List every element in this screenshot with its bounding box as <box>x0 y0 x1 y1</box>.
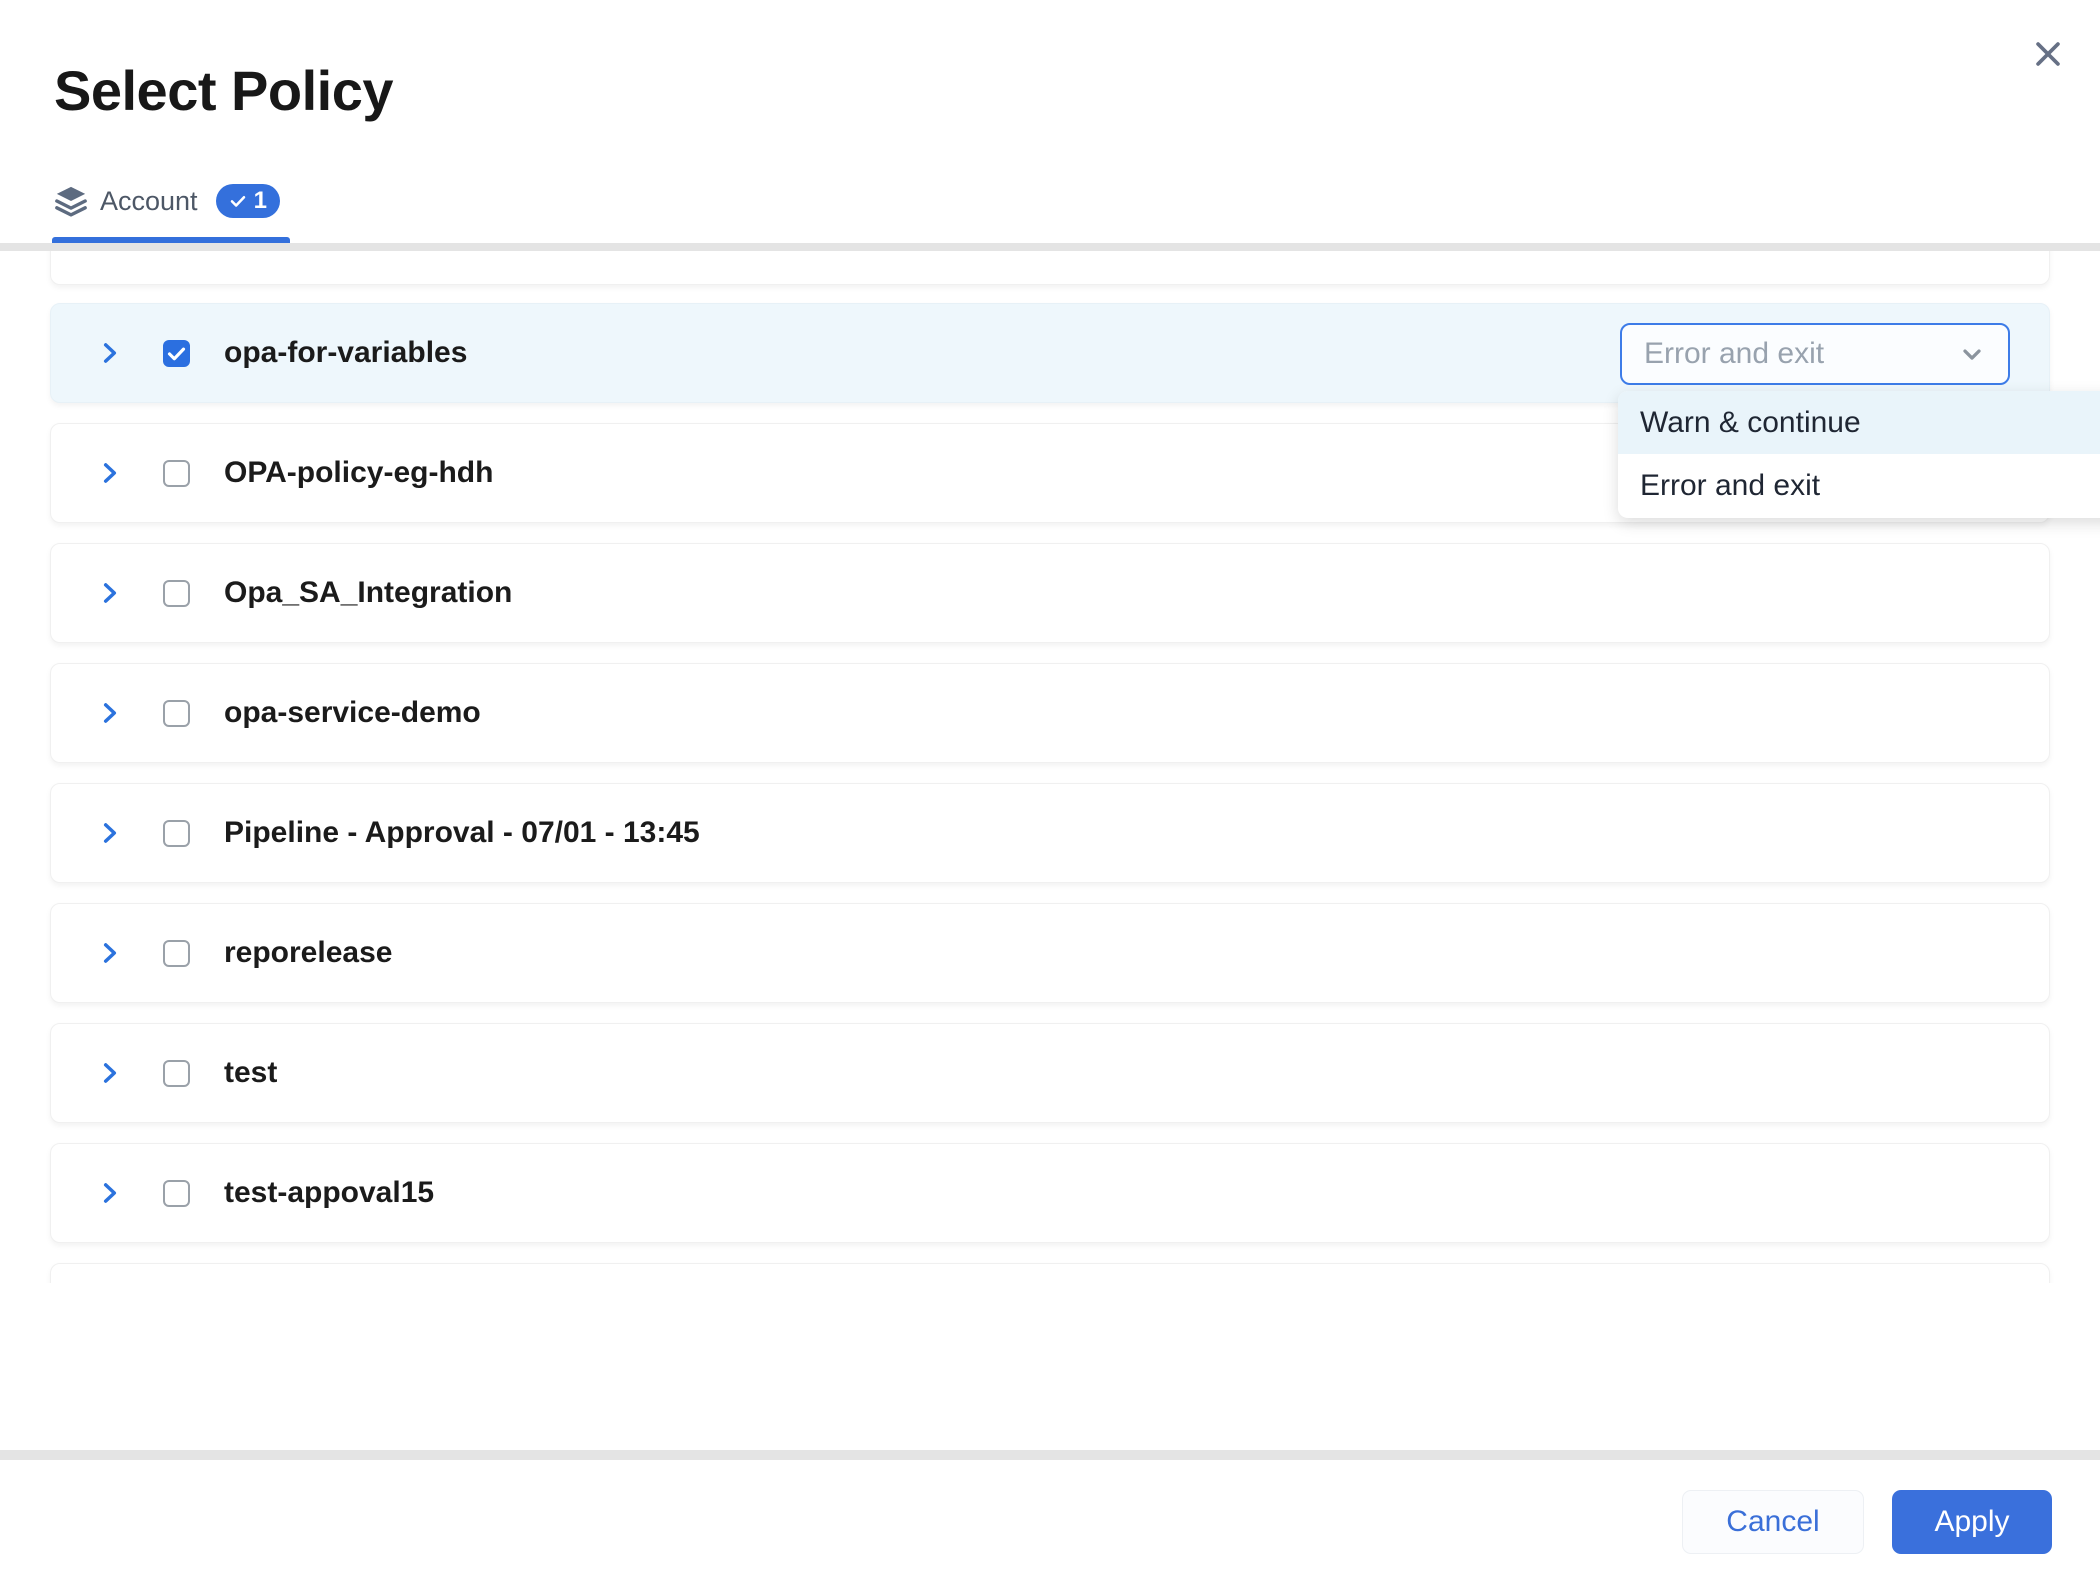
enforcement-select-value: Error and exit <box>1644 337 1824 371</box>
header-divider <box>0 243 2100 251</box>
tab-account-label: Account <box>100 186 198 217</box>
selected-count-badge: 1 <box>216 184 280 218</box>
policy-row[interactable]: reporelease <box>50 903 2050 1003</box>
expand-chevron-icon[interactable] <box>97 819 123 847</box>
page-title: Select Policy <box>54 58 393 123</box>
policy-row[interactable]: test <box>50 1023 2050 1123</box>
policy-row[interactable]: test-appoval15 <box>50 1143 2050 1243</box>
layers-icon <box>54 184 88 218</box>
policy-row[interactable]: opa-service-demo <box>50 663 2050 763</box>
policy-checkbox[interactable] <box>163 1060 190 1087</box>
enforcement-option[interactable]: Error and exit <box>1618 454 2100 517</box>
enforcement-option[interactable]: Warn & continue <box>1618 391 2100 454</box>
policy-checkbox[interactable] <box>163 700 190 727</box>
apply-button[interactable]: Apply <box>1892 1490 2052 1554</box>
policy-name: OPA-policy-eg-hdh <box>224 456 493 490</box>
expand-chevron-icon[interactable] <box>97 1179 123 1207</box>
chevron-down-icon <box>1958 340 1986 368</box>
check-icon <box>229 192 247 210</box>
policy-checkbox[interactable] <box>163 460 190 487</box>
policy-row[interactable]: Opa_SA_Integration <box>50 543 2050 643</box>
expand-chevron-icon[interactable] <box>97 339 123 367</box>
close-icon[interactable] <box>2026 32 2070 76</box>
policy-row[interactable]: Pipeline - Approval - 07/01 - 13:45 <box>50 783 2050 883</box>
enforcement-select[interactable]: Error and exit <box>1620 323 2010 385</box>
expand-chevron-icon[interactable] <box>97 459 123 487</box>
cancel-button[interactable]: Cancel <box>1682 1490 1864 1554</box>
expand-chevron-icon[interactable] <box>97 579 123 607</box>
policy-name: opa-for-variables <box>224 336 467 370</box>
policy-checkbox[interactable] <box>163 340 190 367</box>
partial-row-top <box>50 251 2050 285</box>
policy-name: opa-service-demo <box>224 696 481 730</box>
tab-account[interactable]: Account 1 <box>54 180 280 222</box>
policy-name: test-appoval15 <box>224 1176 434 1210</box>
expand-chevron-icon[interactable] <box>97 939 123 967</box>
policy-checkbox[interactable] <box>163 580 190 607</box>
policy-name: Opa_SA_Integration <box>224 576 512 610</box>
partial-row-bottom <box>50 1263 2050 1283</box>
policy-name: Pipeline - Approval - 07/01 - 13:45 <box>224 816 700 850</box>
expand-chevron-icon[interactable] <box>97 699 123 727</box>
policy-checkbox[interactable] <box>163 1180 190 1207</box>
policy-checkbox[interactable] <box>163 820 190 847</box>
footer-divider <box>0 1450 2100 1460</box>
enforcement-options-menu: Warn & continueError and exit <box>1618 391 2100 518</box>
policy-name: test <box>224 1056 277 1090</box>
policy-name: reporelease <box>224 936 392 970</box>
policy-checkbox[interactable] <box>163 940 190 967</box>
expand-chevron-icon[interactable] <box>97 1059 123 1087</box>
badge-count: 1 <box>254 187 267 215</box>
